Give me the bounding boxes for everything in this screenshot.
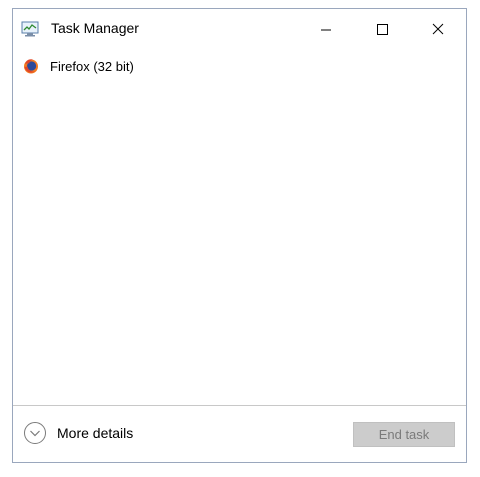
close-button[interactable] (415, 9, 461, 49)
firefox-icon (23, 58, 39, 74)
title-bar[interactable]: Task Manager (13, 9, 466, 49)
list-item[interactable]: Firefox (32 bit) (13, 55, 466, 79)
more-details-label: More details (57, 425, 134, 441)
end-task-button[interactable]: End task (353, 422, 455, 447)
maximize-button[interactable] (359, 9, 405, 49)
minimize-button[interactable] (303, 9, 349, 49)
window-title: Task Manager (51, 20, 139, 36)
task-manager-window: Task Manager Firefox (32 bit) More detai… (12, 8, 467, 463)
task-manager-icon (21, 21, 39, 37)
minimize-icon (321, 29, 331, 31)
maximize-icon (377, 24, 388, 35)
app-name: Firefox (32 bit) (50, 59, 134, 74)
chevron-down-icon (23, 421, 47, 445)
close-icon (432, 23, 444, 35)
footer: More details End task (13, 405, 466, 463)
